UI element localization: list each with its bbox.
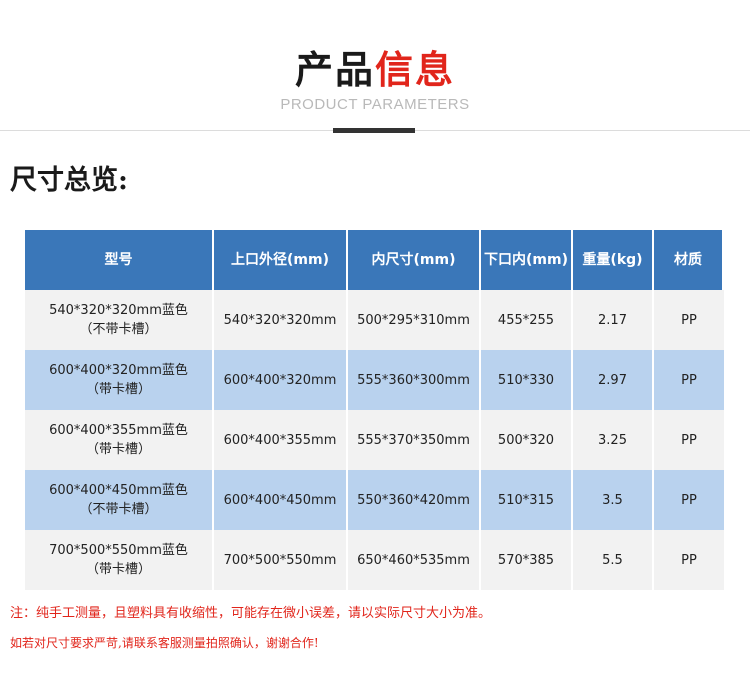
column-header-outer: 上口外径(mm) [214,230,348,290]
cell-bottom: 570*385 [481,530,573,590]
cell-model: 700*500*550mm蓝色 （带卡槽） [25,530,214,590]
table-row: 540*320*320mm蓝色 （不带卡槽） 540*320*320mm 500*… [25,290,724,350]
cell-inner: 500*295*310mm [348,290,481,350]
column-header-bottom: 下口内(mm) [481,230,573,290]
cell-outer: 600*400*320mm [214,350,348,410]
cell-bottom: 510*315 [481,470,573,530]
header-divider-accent [333,128,415,133]
cell-weight: 5.5 [573,530,654,590]
page-subtitle: PRODUCT PARAMETERS [280,96,470,113]
column-header-model: 型号 [25,230,214,290]
section-title: 尺寸总览: [10,165,128,196]
column-header-material: 材质 [654,230,724,290]
cell-outer: 700*500*550mm [214,530,348,590]
title-part-black: 产品 [294,48,375,92]
cell-weight: 3.25 [573,410,654,470]
cell-material: PP [654,350,724,410]
cell-model: 600*400*320mm蓝色 （带卡槽） [25,350,214,410]
cell-material: PP [654,290,724,350]
column-header-weight: 重量(kg) [573,230,654,290]
contact-note: 如若对尺寸要求严苛,请联系客服测量拍照确认，谢谢合作! [10,636,319,650]
cell-model: 600*400*450mm蓝色 （不带卡槽） [25,470,214,530]
cell-bottom: 510*330 [481,350,573,410]
cell-material: PP [654,470,724,530]
column-header-inner: 内尺寸(mm) [348,230,481,290]
cell-weight: 2.17 [573,290,654,350]
table-row: 600*400*320mm蓝色 （带卡槽） 600*400*320mm 555*3… [25,350,724,410]
cell-model: 600*400*355mm蓝色 （带卡槽） [25,410,214,470]
parameters-table: 型号 上口外径(mm) 内尺寸(mm) 下口内(mm) 重量(kg) 材质 54… [25,230,724,590]
table-row: 600*400*355mm蓝色 （带卡槽） 600*400*355mm 555*3… [25,410,724,470]
page-title: 产品信息 [0,46,750,94]
cell-bottom: 500*320 [481,410,573,470]
cell-model: 540*320*320mm蓝色 （不带卡槽） [25,290,214,350]
table-row: 600*400*450mm蓝色 （不带卡槽） 600*400*450mm 550*… [25,470,724,530]
table-header-row: 型号 上口外径(mm) 内尺寸(mm) 下口内(mm) 重量(kg) 材质 [25,230,724,290]
cell-inner: 555*360*300mm [348,350,481,410]
cell-inner: 650*460*535mm [348,530,481,590]
cell-inner: 555*370*350mm [348,410,481,470]
page-header: 产品信息 PRODUCT PARAMETERS [0,0,750,133]
cell-outer: 600*400*450mm [214,470,348,530]
cell-inner: 550*360*420mm [348,470,481,530]
cell-material: PP [654,530,724,590]
measurement-note: 注：纯手工测量，且塑料具有收缩性，可能存在微小误差，请以实际尺寸大小为准。 [10,606,492,621]
cell-weight: 2.97 [573,350,654,410]
cell-material: PP [654,410,724,470]
cell-bottom: 455*255 [481,290,573,350]
table-row: 700*500*550mm蓝色 （带卡槽） 700*500*550mm 650*4… [25,530,724,590]
cell-outer: 540*320*320mm [214,290,348,350]
cell-outer: 600*400*355mm [214,410,348,470]
cell-weight: 3.5 [573,470,654,530]
title-part-red: 信息 [375,48,456,92]
